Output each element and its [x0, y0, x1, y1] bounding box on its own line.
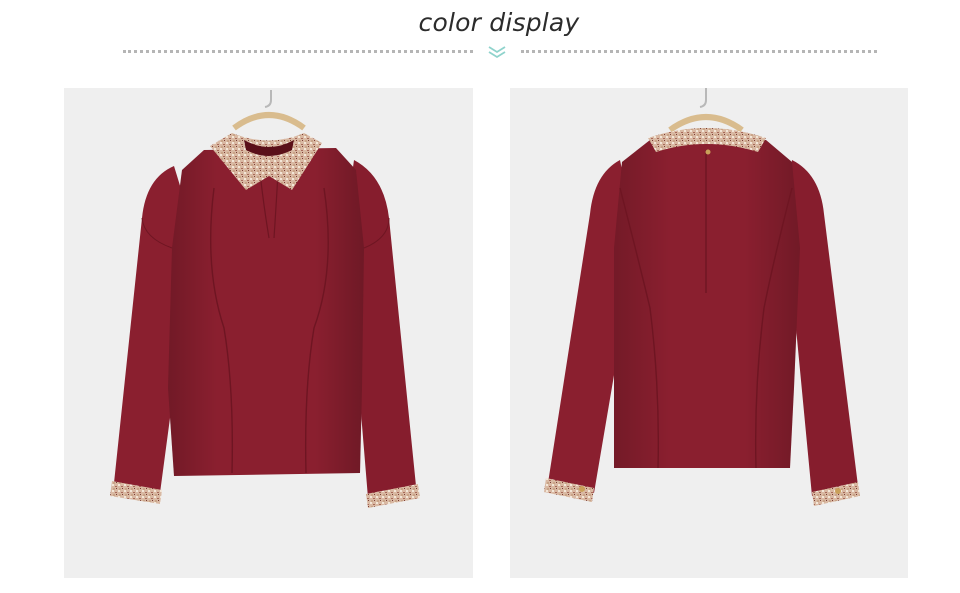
blouse-front-illustration: [110, 90, 420, 508]
divider-left: [123, 50, 473, 53]
divider-right: [521, 50, 877, 53]
section-title: color display: [418, 8, 580, 37]
product-photo-front[interactable]: [64, 88, 473, 578]
blouse-back-illustration: [544, 88, 860, 506]
product-photo-back[interactable]: [510, 88, 908, 578]
double-chevron-down-icon: [488, 46, 506, 59]
